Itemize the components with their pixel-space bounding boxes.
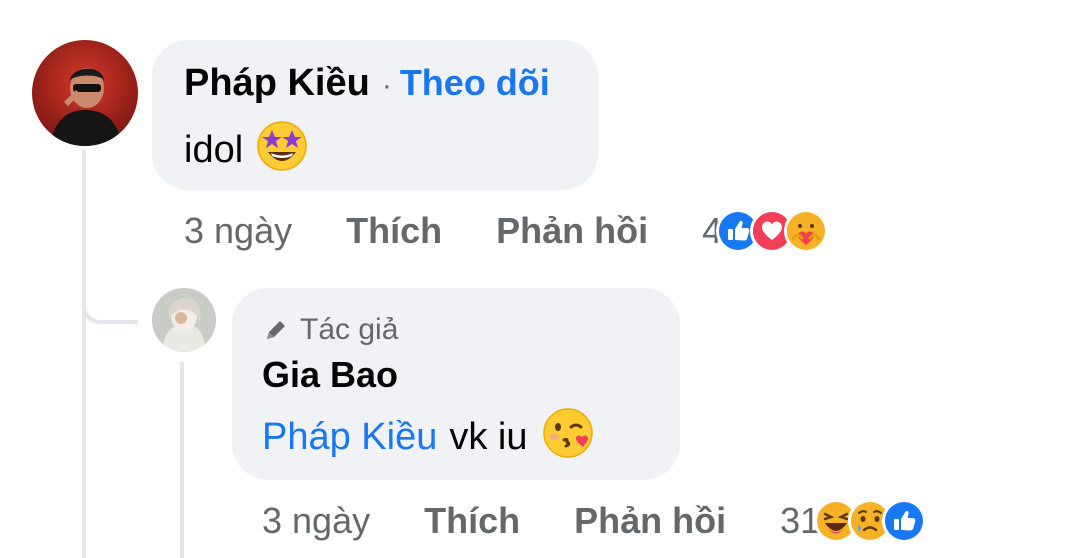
reply-author-row: Gia Bao (262, 354, 398, 396)
comment-author-name[interactable]: Pháp Kiều (184, 62, 370, 105)
reply-avatar[interactable] (152, 288, 216, 352)
kissing-heart-emoji-icon (540, 404, 596, 470)
reply-action-row: 3 ngày Thích Phản hồi 31 (262, 496, 927, 546)
reply-reply-button[interactable]: Phản hồi (574, 500, 726, 542)
comment-author-row: Pháp Kiều · Theo dõi (184, 62, 550, 105)
reply-reaction-summary[interactable]: 31 (780, 499, 927, 543)
avatar[interactable] (32, 40, 138, 146)
reply-author-name[interactable]: Gia Bao (262, 354, 398, 396)
reaction-summary[interactable]: 4 (702, 209, 829, 253)
comment-text: idol (184, 121, 309, 176)
pencil-icon (267, 321, 285, 339)
comment-text-content: idol (184, 128, 244, 171)
mention-link[interactable]: Pháp Kiều (262, 416, 437, 459)
care-icon (784, 209, 829, 253)
reply-text: Pháp Kiều vk iu (262, 408, 596, 464)
author-badge: Tác giả (262, 310, 398, 350)
thread-branch-curve (82, 270, 138, 324)
like-button[interactable]: Thích (346, 210, 442, 252)
comment-timestamp[interactable]: 3 ngày (184, 210, 292, 252)
like-icon (882, 499, 927, 543)
reply-like-button[interactable]: Thích (424, 500, 520, 542)
star-struck-emoji-icon (255, 118, 309, 182)
reply-button[interactable]: Phản hồi (496, 210, 648, 252)
author-badge-label: Tác giả (300, 313, 399, 346)
separator-dot: · (381, 69, 392, 102)
thread-line-main (82, 150, 86, 558)
follow-link[interactable]: Theo dõi (400, 62, 550, 104)
comment-action-row: 3 ngày Thích Phản hồi 4 (184, 206, 829, 256)
reply-text-content: vk iu (449, 415, 528, 458)
thread-line-reply (180, 362, 184, 558)
reply-timestamp[interactable]: 3 ngày (262, 500, 370, 542)
